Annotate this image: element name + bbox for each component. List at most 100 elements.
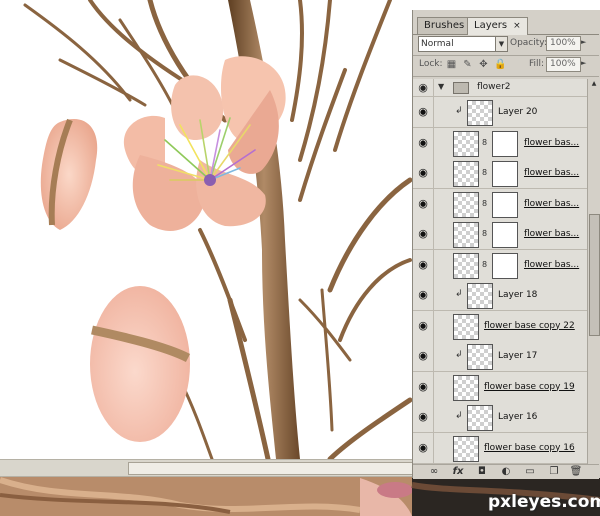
layer-row[interactable]: ◉ 8 flower bas... [413,127,587,159]
layer-row[interactable]: ◉ ↲ Layer 17 [413,341,587,372]
layer-name: flower base copy 16 [484,442,575,453]
layer-row[interactable]: ◉ 8 flower bas... [413,249,587,281]
layer-thumbnail[interactable] [453,374,479,401]
opacity-arrow-icon[interactable]: ► [581,36,589,49]
link-icon[interactable]: ∞ [427,465,441,479]
eye-icon[interactable]: ◉ [413,341,434,371]
layer-mask-thumbnail[interactable] [492,222,518,248]
layer-thumbnail[interactable] [467,405,493,431]
eye-icon[interactable]: ◉ [413,79,434,96]
layer-name: flower bas... [524,198,580,209]
group-name: flower2 [477,82,511,92]
trash-icon[interactable]: 🗑 [569,465,583,479]
lock-label: Lock: [419,59,443,69]
eye-icon[interactable]: ◉ [413,310,434,341]
layer-row[interactable]: ◉ ↲ Layer 16 [413,402,587,433]
mask-icon[interactable]: ◘ [475,465,489,479]
fill-arrow-icon[interactable]: ► [581,57,589,70]
layer-name: Layer 16 [498,412,538,422]
layer-group-flower2[interactable]: ◉ ▼ flower2 [413,79,587,97]
eye-icon[interactable]: ◉ [413,127,434,158]
scroll-up-icon[interactable]: ▲ [589,79,599,89]
lock-all-icon[interactable]: 🔒 [494,59,506,70]
layer-row[interactable]: ◉ flower base copy 19 [413,371,587,403]
adjustment-icon[interactable]: ◐ [499,465,513,479]
layer-thumbnail[interactable] [453,130,479,157]
chevron-down-icon[interactable]: ▼ [438,82,444,91]
eye-icon[interactable]: ◉ [413,371,434,402]
eye-icon[interactable]: ◉ [413,432,434,463]
tab-brushes[interactable]: Brushes [417,17,472,34]
mask-link-icon[interactable]: 8 [482,199,488,209]
layer-mask-thumbnail[interactable] [492,191,518,218]
fill-field[interactable]: 100% [546,57,581,72]
eye-icon[interactable]: ◉ [413,402,434,432]
lock-pixels-icon[interactable]: ✎ [462,59,473,70]
clipping-arrow-icon: ↲ [455,350,463,360]
layers-scrollbar[interactable]: ▲ [587,79,600,464]
layer-name: flower bas... [524,137,580,148]
layer-row[interactable]: ◉ 8 flower bas... [413,219,587,250]
lock-transparency-icon[interactable]: ▦ [446,59,457,70]
blend-mode-value: Normal [421,39,454,49]
new-layer-icon[interactable]: ❐ [547,465,561,479]
layer-row[interactable]: ◉ 8 flower bas... [413,158,587,189]
fx-icon[interactable]: fx [451,465,465,479]
layer-name: flower bas... [524,259,580,270]
mask-link-icon[interactable]: 8 [482,260,488,270]
clipping-arrow-icon: ↲ [455,289,463,299]
layer-thumbnail[interactable] [467,100,493,126]
layer-row[interactable]: ◉ ↲ Layer 18 [413,280,587,311]
eye-icon[interactable]: ◉ [413,188,434,219]
opacity-field[interactable]: 100% [546,36,581,51]
layer-mask-thumbnail[interactable] [492,130,518,157]
layer-thumbnail[interactable] [453,252,479,279]
layer-thumbnail[interactable] [453,435,479,462]
layer-name: flower bas... [524,168,580,178]
layer-thumbnail[interactable] [453,313,479,340]
tab-brushes-label: Brushes [424,20,465,31]
layer-name: flower bas... [524,229,580,239]
opacity-value: 100% [550,38,576,48]
layer-row[interactable]: ◉ flower base copy 16 [413,432,587,464]
layer-thumbnail[interactable] [467,344,493,370]
layers-bottom-toolbar: ∞ fx ◘ ◐ ▭ ❐ 🗑 [413,464,599,479]
watermark: pxleyes.com [488,492,600,512]
group-icon[interactable]: ▭ [523,465,537,479]
eye-icon[interactable]: ◉ [413,158,434,188]
opacity-label: Opacity: [510,38,547,48]
horizontal-scrollbar-thumb[interactable] [128,462,414,475]
eye-icon[interactable]: ◉ [413,97,434,127]
eye-icon[interactable]: ◉ [413,219,434,249]
folder-icon [453,82,469,94]
layer-row[interactable]: ◉ 8 flower bas... [413,188,587,220]
divider [413,76,599,77]
fill-value: 100% [550,59,576,69]
layer-mask-thumbnail[interactable] [492,161,518,187]
mask-link-icon[interactable]: 8 [482,229,488,239]
layers-scrollbar-thumb[interactable] [589,214,600,336]
tab-layers-label: Layers [474,20,508,31]
eye-icon[interactable]: ◉ [413,280,434,310]
layer-row[interactable]: ◉ ↲ Layer 20 [413,97,587,128]
layer-row[interactable]: ◉ flower base copy 22 [413,310,587,342]
layer-mask-thumbnail[interactable] [492,252,518,279]
tab-layers[interactable]: Layers × [467,17,528,35]
layers-panel: Brushes Layers × Normal ▼ Opacity: 100% ►… [412,10,600,479]
horizontal-scrollbar[interactable] [0,459,414,477]
mask-link-icon[interactable]: 8 [482,138,488,148]
layer-thumbnail[interactable] [453,161,479,187]
fill-label: Fill: [529,59,545,69]
panel-tabs: Brushes Layers × [413,14,599,35]
mask-link-icon[interactable]: 8 [482,168,488,178]
divider [413,55,599,56]
eye-icon[interactable]: ◉ [413,249,434,280]
layer-thumbnail[interactable] [453,191,479,218]
layer-thumbnail[interactable] [453,222,479,248]
blend-mode-select[interactable]: Normal ▼ [418,36,508,52]
layer-thumbnail[interactable] [467,283,493,309]
lock-position-icon[interactable]: ✥ [478,59,489,70]
tab-close-icon[interactable]: × [513,21,521,31]
layer-name: Layer 18 [498,290,538,300]
layer-name: Layer 17 [498,351,538,361]
